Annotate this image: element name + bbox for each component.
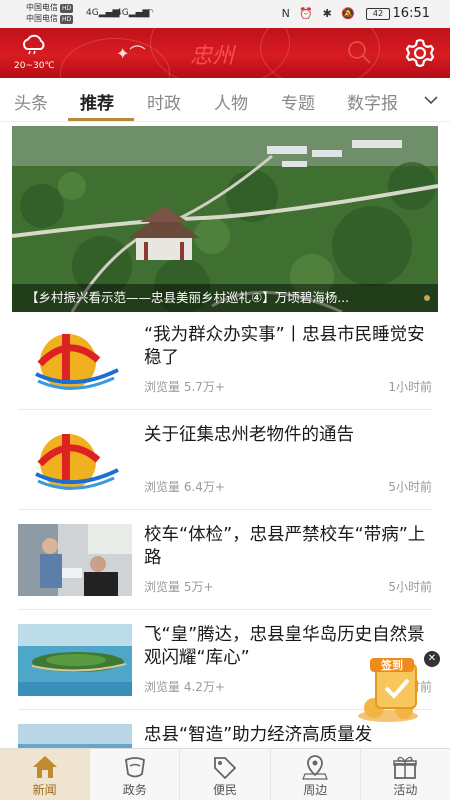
news-item[interactable]: 校车“体检”，忠县严禁校车“带病”上路 浏览量 5万+ 5小时前 <box>18 510 432 610</box>
party-logo-thumbnail <box>18 324 132 396</box>
publish-time: 5小时前 <box>388 580 432 594</box>
view-count: 浏览量 6.4万+ <box>144 480 225 494</box>
hero-banner[interactable]: 【乡村振兴看示范——忠县美丽乡村巡礼④】万顷碧海杨... <box>12 126 438 312</box>
news-title: 关于征集忠州老物件的通告 <box>144 425 354 445</box>
temperature: 20~30℃ <box>14 61 55 71</box>
home-icon <box>32 756 57 778</box>
gift-icon <box>393 756 418 779</box>
signal-icon: 4G▂▄▆ <box>86 8 120 18</box>
nav-nearby[interactable]: 周边 <box>271 749 361 800</box>
nav-label: 便民 <box>213 783 238 797</box>
news-title: 忠县“智造”助力经济高质量发 <box>144 725 373 745</box>
category-tabs: 头条 推荐 时政 人物 专题 数字报 <box>0 78 450 122</box>
system-status-icons: N ⏰ ✱ 🔕 <box>281 7 358 20</box>
app-logo: 忠州 <box>190 44 235 69</box>
search-icon[interactable] <box>345 38 373 66</box>
tab-people[interactable]: 人物 <box>214 89 248 114</box>
active-tab-indicator <box>68 118 134 121</box>
news-title: “我为群众办实事”丨忠县市民睡觉安稳了 <box>144 325 425 368</box>
wifi-icon: ◠ <box>146 8 154 18</box>
close-icon[interactable]: ✕ <box>424 651 440 667</box>
tag-icon <box>214 757 237 780</box>
nav-activities[interactable]: 活动 <box>361 749 450 800</box>
nav-label: 新闻 <box>32 783 57 797</box>
news-item[interactable]: “我为群众办实事”丨忠县市民睡觉安稳了 浏览量 5.7万+ 1小时前 <box>18 310 432 410</box>
bus-inspection-thumbnail <box>18 524 132 596</box>
nav-government[interactable]: 政务 <box>90 749 181 800</box>
hero-caption: 【乡村振兴看示范——忠县美丽乡村巡礼④】万顷碧海杨... <box>12 284 438 312</box>
gear-icon[interactable] <box>404 37 436 69</box>
tab-politics[interactable]: 时政 <box>147 89 181 114</box>
map-pin-icon <box>302 755 329 780</box>
government-icon <box>124 757 145 778</box>
island-thumbnail <box>18 624 132 696</box>
battery-icon: 42 <box>366 8 390 20</box>
tab-topics[interactable]: 专题 <box>281 89 315 114</box>
publish-time: 1小时前 <box>388 380 432 394</box>
clock: 16:51 <box>392 6 430 21</box>
publish-time: 5小时前 <box>388 480 432 494</box>
bird-logo-icon: ✦⌒ <box>116 44 146 63</box>
app-header: 20~30℃ ✦⌒ 忠州 <box>0 28 450 78</box>
view-count: 浏览量 5万+ <box>144 580 214 594</box>
signin-label: 签到 <box>380 658 403 672</box>
nav-news[interactable]: 新闻 <box>0 749 91 800</box>
news-item[interactable]: 关于征集忠州老物件的通告 浏览量 6.4万+ 5小时前 <box>18 410 432 510</box>
nav-label: 活动 <box>393 783 418 797</box>
view-count: 浏览量 4.2万+ <box>144 680 225 694</box>
tab-digital-paper[interactable]: 数字报 <box>347 89 398 114</box>
signal-icon-2: 4G▂▄▆ <box>116 8 150 18</box>
view-count: 浏览量 5.7万+ <box>144 380 225 394</box>
chevron-down-icon[interactable] <box>422 91 440 109</box>
party-logo-thumbnail <box>18 424 132 496</box>
status-bar: 中国电信 HD 中国电信 HD 4G▂▄▆ 4G▂▄▆ ◠ N ⏰ ✱ 🔕 42 1… <box>0 0 450 28</box>
tab-recommend[interactable]: 推荐 <box>80 89 114 114</box>
carousel-indicator <box>424 295 430 301</box>
signin-badge[interactable]: 签到 <box>348 650 434 724</box>
weather-widget[interactable]: 20~30℃ <box>14 34 55 71</box>
nav-label: 周边 <box>303 783 328 797</box>
nav-label: 政务 <box>122 783 147 797</box>
news-title: 校车“体检”，忠县严禁校车“带病”上路 <box>144 525 426 568</box>
cloud-icon <box>22 34 45 55</box>
nav-services[interactable]: 便民 <box>180 749 271 800</box>
carrier-1: 中国电信 HD <box>26 3 74 13</box>
carrier-2: 中国电信 HD <box>26 14 74 24</box>
tab-toutiao[interactable]: 头条 <box>14 89 48 114</box>
bottom-navigation: 新闻 政务 便民 周边 活动 <box>0 748 450 800</box>
